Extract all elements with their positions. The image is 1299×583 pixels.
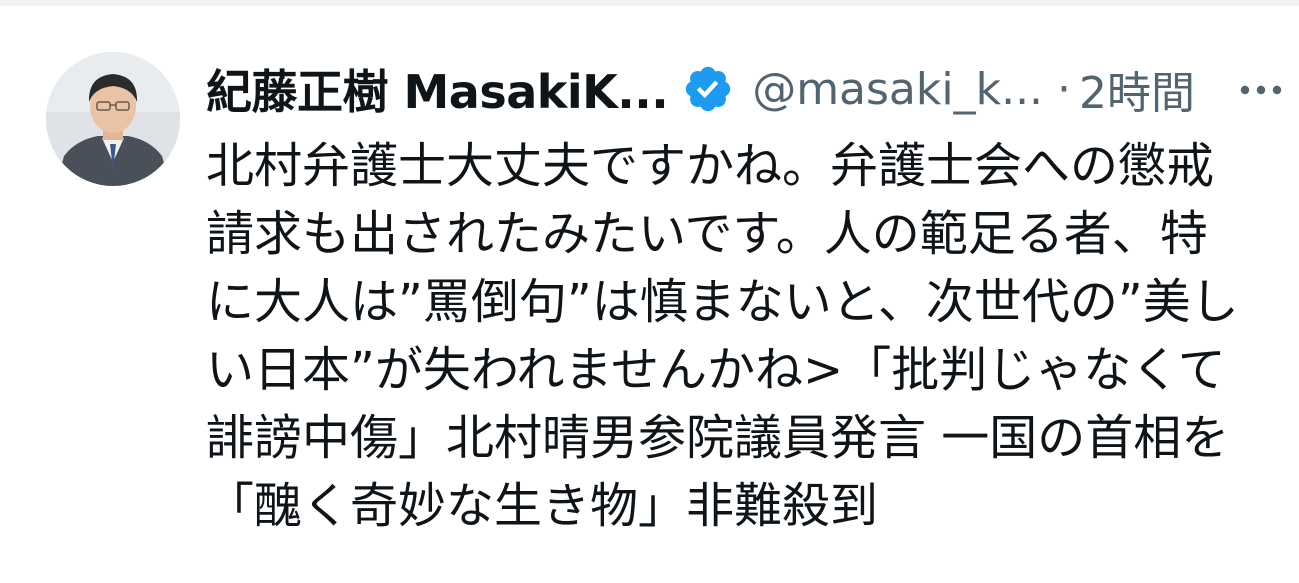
tweet-text: 北村弁護士大丈夫ですかね。弁護士会への懲戒 請求も出されたみたいです。人の範足る…	[206, 132, 1286, 540]
tweet-text-line: 請求も出されたみたいです。人の範足る者、特	[206, 206, 1208, 262]
tweet-text-line: い日本”が失われませんかね>「批判じゃなくて	[206, 342, 1226, 398]
tweet-text-line: に大人は”罵倒句”は慎まないと、次世代の”美し	[206, 274, 1239, 330]
tweet[interactable]: 紀藤正樹 MasakiK... @masaki_k... · 2時間 北村弁護士…	[0, 6, 1299, 583]
tweet-text-line: 北村弁護士大丈夫ですかね。弁護士会への懲戒	[206, 138, 1215, 194]
separator-dot: ·	[1057, 63, 1072, 115]
verified-badge-icon[interactable]	[682, 63, 734, 115]
tweet-text-line: 「醜く奇妙な生き物」非難殺到	[206, 478, 879, 534]
tweet-timestamp[interactable]: 2時間	[1079, 57, 1195, 121]
tweet-text-line: 誹謗中傷」北村晴男参院議員発言 一国の首相を	[206, 410, 1230, 466]
avatar[interactable]	[46, 52, 180, 186]
author-display-name[interactable]: 紀藤正樹 MasakiK...	[206, 56, 669, 122]
tweet-header: 紀藤正樹 MasakiK... @masaki_k... · 2時間	[206, 54, 1296, 124]
author-handle[interactable]: @masaki_k...	[752, 64, 1043, 115]
person-photo-avatar-icon	[46, 52, 180, 186]
more-options-icon[interactable]	[1235, 64, 1287, 116]
